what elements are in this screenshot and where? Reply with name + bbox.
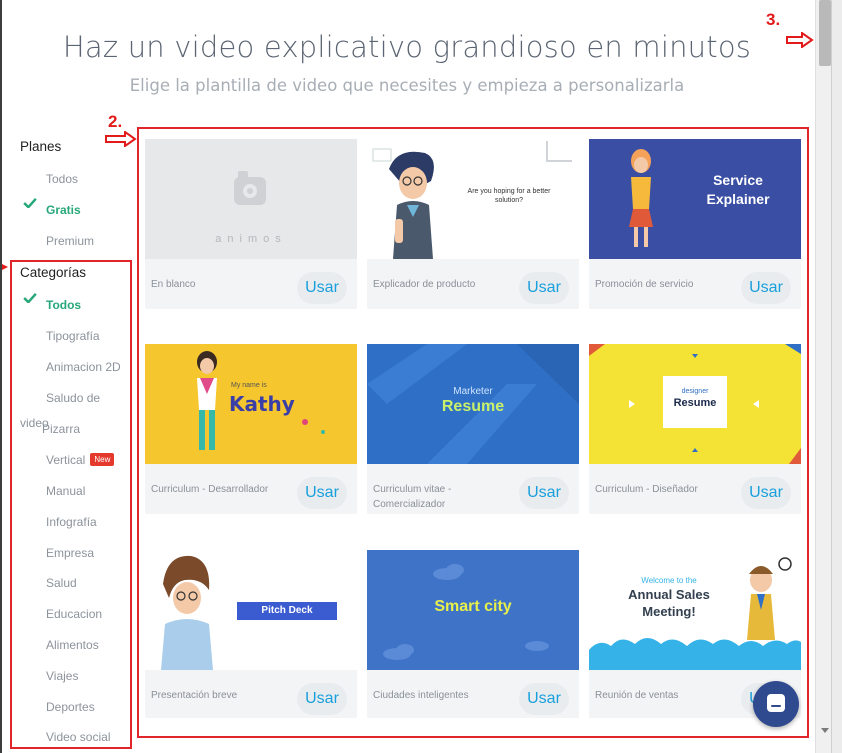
- thumb-text: Pitch Deck: [237, 602, 337, 620]
- scrollbar-thumb[interactable]: [819, 0, 831, 66]
- thumb-big: Resume: [673, 397, 717, 409]
- template-card-curriculum-comercializador[interactable]: Marketer Resume Curriculum vitae - Comer…: [367, 344, 579, 514]
- annotation-3-label: 3.: [766, 10, 781, 29]
- arrow-right-icon: [2, 264, 8, 270]
- plan-gratis[interactable]: Gratis: [46, 203, 81, 217]
- template-thumbnail: Welcome to the Annual Sales Meeting!: [589, 550, 801, 670]
- template-thumbnail: designer Resume: [589, 344, 801, 464]
- category-tipografia[interactable]: Tipografía: [46, 329, 100, 343]
- page-background: [832, 0, 842, 753]
- category-video-social[interactable]: Video social: [46, 730, 111, 744]
- template-label: Ciudades inteligentes: [373, 690, 469, 701]
- template-thumbnail: animos: [145, 139, 357, 259]
- use-template-button[interactable]: Usar: [297, 683, 347, 715]
- category-vertical[interactable]: Vertical New: [46, 453, 115, 467]
- template-thumbnail: Service Explainer: [589, 139, 801, 259]
- template-thumbnail: Marketer Resume: [367, 344, 579, 464]
- category-infografia[interactable]: Infografía: [46, 515, 97, 529]
- thumb-small: Marketer: [453, 386, 493, 397]
- thumb-text: Smart city: [434, 598, 512, 615]
- thumb-small: My name is: [231, 382, 267, 389]
- arrow-right-icon: [105, 131, 137, 147]
- chat-icon: [767, 694, 785, 712]
- category-manual[interactable]: Manual: [46, 484, 85, 498]
- template-card-en-blanco[interactable]: animos En blanco Usar: [145, 139, 357, 309]
- page-title: Haz un video explicativo grandioso en mi…: [62, 30, 752, 64]
- template-thumbnail: Pitch Deck: [145, 550, 357, 670]
- scroll-down-icon[interactable]: [821, 728, 829, 733]
- template-card-promocion-servicio[interactable]: Service Explainer Promoción de servicio …: [589, 139, 801, 309]
- category-educacion[interactable]: Educacion: [46, 607, 102, 621]
- thumb-line2: Meeting!: [642, 604, 696, 619]
- checkmark-icon: [23, 293, 37, 303]
- category-vertical-label: Vertical: [46, 453, 86, 467]
- thumb-text: animos: [215, 233, 287, 245]
- template-thumbnail: My name is Kathy: [145, 344, 357, 464]
- categories-heading: Categorías: [20, 265, 87, 280]
- template-label: Presentación breve: [151, 690, 238, 701]
- vertical-scrollbar[interactable]: [815, 0, 831, 753]
- use-template-button[interactable]: Usar: [297, 477, 347, 509]
- category-viajes[interactable]: Viajes: [46, 669, 78, 683]
- template-card-curriculum-desarrollador[interactable]: My name is Kathy Curriculum - Desarrolla…: [145, 344, 357, 514]
- thumb-line1: Service: [713, 172, 763, 188]
- plan-premium[interactable]: Premium: [46, 234, 94, 248]
- arrow-right-icon: [786, 32, 814, 48]
- chat-button[interactable]: [753, 681, 799, 727]
- thumb-big: Kathy: [229, 392, 295, 416]
- category-saludo[interactable]: Saludo de: [46, 391, 100, 405]
- template-label: En blanco: [151, 279, 196, 290]
- category-deportes[interactable]: Deportes: [46, 700, 95, 714]
- template-label: Explicador de producto: [373, 279, 476, 290]
- category-empresa[interactable]: Empresa: [46, 546, 94, 560]
- template-card-explicador-producto[interactable]: Are you hoping for a better solution? Ex…: [367, 139, 579, 309]
- thumb-line2: Explainer: [706, 191, 770, 207]
- new-badge: New: [90, 453, 115, 466]
- use-template-button[interactable]: Usar: [519, 272, 569, 304]
- category-todos[interactable]: Todos: [46, 298, 81, 312]
- thumb-small: Welcome to the: [641, 576, 697, 585]
- use-template-button[interactable]: Usar: [519, 683, 569, 715]
- thumb-line1: Annual Sales: [628, 587, 710, 602]
- template-thumbnail: Smart city: [367, 550, 579, 670]
- template-picker-window: Haz un video explicativo grandioso en mi…: [0, 0, 832, 753]
- category-animacion-2d[interactable]: Animacion 2D: [46, 360, 121, 374]
- use-template-button[interactable]: Usar: [519, 477, 569, 509]
- category-alimentos[interactable]: Alimentos: [46, 638, 99, 652]
- thumb-text: Are you hoping for a better solution?: [467, 188, 551, 204]
- category-pizarra[interactable]: Pizarra: [42, 422, 80, 436]
- use-template-button[interactable]: Usar: [297, 272, 347, 304]
- template-thumbnail: Are you hoping for a better solution?: [367, 139, 579, 259]
- template-label: Curriculum vitae - Comercializador: [373, 484, 452, 510]
- template-card-curriculum-disenador[interactable]: designer Resume Curriculum - Diseñador U…: [589, 344, 801, 514]
- template-label: Curriculum - Desarrollador: [151, 484, 269, 495]
- page-subtitle: Elige la plantilla de video que necesite…: [129, 76, 685, 95]
- thumb-small: designer: [681, 388, 709, 395]
- template-label: Reunión de ventas: [595, 690, 679, 701]
- animos-logo-icon: [234, 171, 266, 205]
- use-template-button[interactable]: Usar: [741, 477, 791, 509]
- template-label: Promoción de servicio: [595, 279, 694, 290]
- template-label: Curriculum - Diseñador: [595, 484, 698, 495]
- thumb-big: Resume: [441, 398, 505, 415]
- annotation-2-label: 2.: [108, 112, 123, 131]
- plans-heading: Planes: [20, 139, 62, 154]
- checkmark-icon: [23, 198, 37, 208]
- use-template-button[interactable]: Usar: [741, 272, 791, 304]
- category-salud[interactable]: Salud: [46, 576, 77, 590]
- plan-todos[interactable]: Todos: [46, 172, 78, 186]
- template-card-ciudades-inteligentes[interactable]: Smart city Ciudades inteligentes Usar: [367, 550, 579, 718]
- template-card-presentacion-breve[interactable]: Pitch Deck Presentación breve Usar: [145, 550, 357, 718]
